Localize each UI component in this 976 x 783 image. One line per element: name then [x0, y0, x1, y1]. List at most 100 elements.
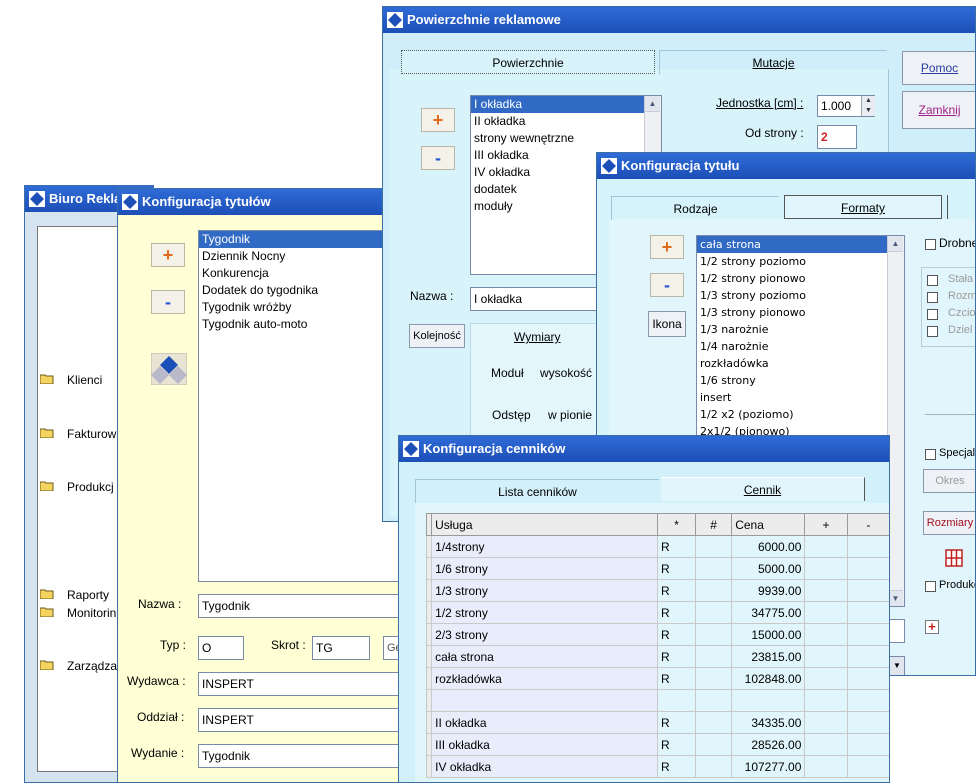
cell-typ[interactable]: R: [656, 711, 697, 734]
cell-cena[interactable]: 9939.00: [731, 579, 806, 602]
table-row[interactable]: 1/4strony R 6000.00: [425, 535, 889, 558]
cell-typ[interactable]: [656, 689, 697, 712]
typ-field[interactable]: O: [198, 636, 244, 660]
list-item[interactable]: cała strona: [697, 236, 888, 253]
oddzial-field[interactable]: INSPERT: [198, 708, 419, 732]
wydanie-field[interactable]: Tygodnik: [198, 744, 419, 768]
option-checkbox[interactable]: [927, 275, 938, 286]
skrot-field[interactable]: TG: [312, 636, 370, 660]
column-header-minus[interactable]: -: [846, 513, 889, 536]
column-header-star[interactable]: *: [656, 513, 697, 536]
scroll-up-icon[interactable]: ▲: [888, 236, 903, 252]
cell-usluga[interactable]: IV okładka: [431, 755, 658, 778]
table-row[interactable]: rozkładówka R 102848.00: [425, 667, 889, 690]
cell-hash[interactable]: [695, 557, 733, 580]
cell-typ[interactable]: R: [656, 645, 697, 668]
cennik-table[interactable]: Usługa * # Cena + - 1/4strony R 6000.00 …: [425, 513, 889, 778]
cell-hash[interactable]: [695, 733, 733, 756]
grid-icon[interactable]: [945, 549, 963, 567]
produkcja-checkbox[interactable]: [925, 581, 936, 592]
list-item[interactable]: 1/2 strony poziomo: [697, 253, 904, 270]
cell-hash[interactable]: [695, 601, 733, 624]
add-button[interactable]: +: [421, 108, 455, 132]
cell-plus[interactable]: [804, 623, 848, 646]
tab-cennik[interactable]: Cennik: [661, 477, 865, 501]
cell-cena[interactable]: 28526.00: [731, 733, 806, 756]
cell-hash[interactable]: [695, 755, 733, 778]
tab-mutacje[interactable]: Mutacje: [659, 50, 887, 74]
list-item[interactable]: II okładka: [471, 113, 661, 130]
table-row[interactable]: 1/2 strony R 34775.00: [425, 601, 889, 624]
list-item[interactable]: 1/3 strony pionowo: [697, 304, 904, 321]
cell-usluga[interactable]: cała strona: [431, 645, 658, 668]
list-item[interactable]: rozkładówka: [697, 355, 904, 372]
cell-plus[interactable]: [804, 535, 848, 558]
scroll-down-icon[interactable]: ▼: [888, 590, 903, 606]
cell-minus[interactable]: [846, 557, 889, 580]
pomoc-button[interactable]: Pomoc: [902, 51, 975, 85]
logo-icon[interactable]: [151, 353, 187, 385]
cell-cena[interactable]: 102848.00: [731, 667, 806, 690]
tab-rodzaje[interactable]: Rodzaje: [611, 196, 779, 220]
add-button[interactable]: +: [650, 235, 684, 259]
rozmiary-button[interactable]: Rozmiary: [923, 511, 975, 535]
cell-usluga[interactable]: II okładka: [431, 711, 658, 734]
konf-tytulow-titlebar[interactable]: Konfiguracja tytułów: [118, 189, 419, 215]
menu-item-fakturowanie[interactable]: Fakturow: [67, 427, 116, 441]
wydawca-field[interactable]: INSPERT: [198, 672, 419, 696]
cell-usluga[interactable]: 1/6 strony: [431, 557, 658, 580]
option-checkbox[interactable]: [927, 326, 938, 337]
list-item[interactable]: strony wewnętrzne: [471, 130, 661, 147]
menu-item-raporty[interactable]: Raporty: [67, 588, 109, 602]
cell-minus[interactable]: [846, 645, 889, 668]
cell-plus[interactable]: [804, 733, 848, 756]
add-button[interactable]: +: [151, 243, 185, 267]
cell-plus[interactable]: [804, 755, 848, 778]
cell-plus[interactable]: [804, 601, 848, 624]
cell-cena[interactable]: 5000.00: [731, 557, 806, 580]
table-row[interactable]: III okładka R 28526.00: [425, 733, 889, 756]
table-row[interactable]: cała strona R 23815.00: [425, 645, 889, 668]
column-header-cena[interactable]: Cena: [731, 513, 806, 536]
cell-typ[interactable]: R: [656, 601, 697, 624]
od-strony-field[interactable]: 2: [817, 125, 857, 149]
cell-typ[interactable]: R: [656, 623, 697, 646]
menu-item-klienci[interactable]: Klienci: [67, 373, 102, 387]
menu-item-zarzadzanie[interactable]: Zarządza: [67, 659, 117, 673]
column-header-plus[interactable]: +: [804, 513, 848, 536]
cell-typ[interactable]: R: [656, 733, 697, 756]
drobne-checkbox[interactable]: [925, 239, 936, 250]
cell-minus[interactable]: [846, 623, 889, 646]
cell-typ[interactable]: R: [656, 579, 697, 602]
cell-usluga[interactable]: 1/3 strony: [431, 579, 658, 602]
cell-cena[interactable]: 15000.00: [731, 623, 806, 646]
cell-usluga[interactable]: 1/4strony: [431, 535, 658, 558]
list-item[interactable]: 1/6 strony: [697, 372, 904, 389]
table-row[interactable]: 1/3 strony R 9939.00: [425, 579, 889, 602]
cell-plus[interactable]: [804, 711, 848, 734]
remove-button[interactable]: -: [650, 273, 684, 297]
column-header-hash[interactable]: #: [695, 513, 733, 536]
cell-minus[interactable]: [846, 689, 889, 712]
cell-plus[interactable]: [804, 667, 848, 690]
cell-minus[interactable]: [846, 733, 889, 756]
combo-arrow-icon[interactable]: ▼: [890, 657, 904, 675]
konf-tytulu-titlebar[interactable]: Konfiguracja tytułu: [597, 153, 975, 179]
cell-minus[interactable]: [846, 601, 889, 624]
ikona-button[interactable]: Ikona: [648, 311, 686, 337]
cell-plus[interactable]: [804, 645, 848, 668]
table-row[interactable]: [425, 689, 889, 712]
specjalne-checkbox[interactable]: [925, 449, 936, 460]
nazwa-field[interactable]: I okładka: [470, 287, 610, 311]
nazwa-field[interactable]: Tygodnik: [198, 594, 419, 618]
list-item[interactable]: insert: [697, 389, 904, 406]
zamknij-button[interactable]: Zamknij: [902, 91, 975, 129]
table-row[interactable]: 1/6 strony R 5000.00: [425, 557, 889, 580]
scroll-up-icon[interactable]: ▲: [645, 96, 660, 112]
cell-cena[interactable]: 34335.00: [731, 711, 806, 734]
okres-button[interactable]: Okres: [923, 469, 975, 493]
cell-typ[interactable]: R: [656, 557, 697, 580]
cell-typ[interactable]: R: [656, 535, 697, 558]
cell-usluga[interactable]: 1/2 strony: [431, 601, 658, 624]
cell-cena[interactable]: 23815.00: [731, 645, 806, 668]
